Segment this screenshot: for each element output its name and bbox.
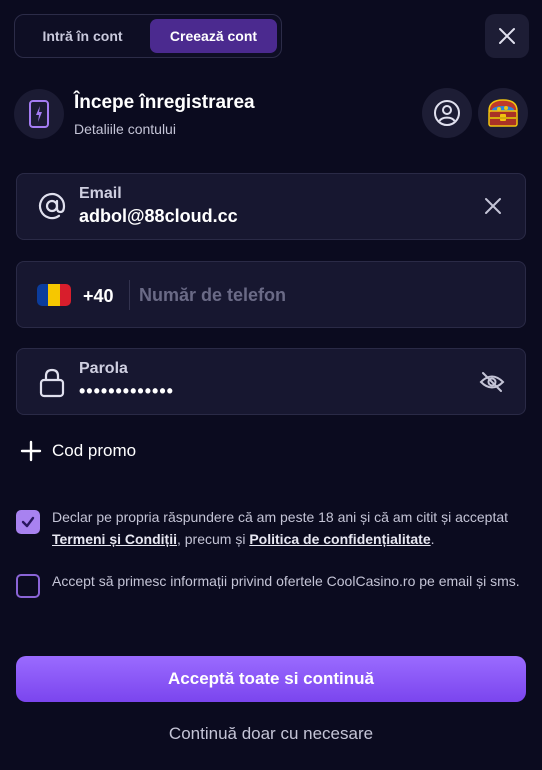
rewards-button[interactable] (478, 88, 528, 138)
registration-header: Începe înregistrarea Detaliile contului (14, 88, 528, 140)
clear-email-button[interactable] (481, 194, 505, 223)
phone-lightning-icon (29, 100, 49, 128)
consent-marketing-text: Accept să primesc informații privind ofe… (52, 573, 520, 589)
consent-age-text-middle: , precum și (176, 531, 250, 547)
close-button[interactable] (485, 14, 529, 58)
romania-flag-icon[interactable] (37, 284, 71, 306)
phone-field[interactable]: +40 (16, 261, 526, 328)
close-icon (499, 28, 515, 44)
tab-login[interactable]: Intră în cont (19, 19, 146, 53)
password-value[interactable]: ••••••••••••• (79, 381, 174, 402)
promo-code-label: Cod promo (52, 441, 137, 460)
tab-register[interactable]: Creează cont (150, 19, 277, 53)
email-label: Email (79, 185, 122, 202)
eye-off-icon (479, 372, 505, 392)
lock-icon (37, 367, 67, 404)
email-field[interactable]: Email adbol@88cloud.cc (16, 173, 526, 240)
continue-necessary-link[interactable]: Continuă doar cu necesare (0, 724, 542, 744)
plus-icon (20, 440, 42, 462)
toggle-password-visibility[interactable] (479, 369, 505, 400)
at-icon (37, 191, 67, 226)
promo-code-toggle[interactable]: Cod promo (20, 440, 136, 462)
accept-all-button[interactable]: Acceptă toate si continuă (16, 656, 526, 702)
account-button[interactable] (422, 88, 472, 138)
checkmark-icon (21, 516, 35, 528)
phone-badge (14, 89, 64, 139)
phone-input[interactable] (139, 276, 509, 314)
consent-age-text-before: Declar pe propria răspundere că am peste… (52, 509, 509, 525)
user-circle-icon (434, 100, 460, 126)
page-subtitle: Detaliile contului (74, 121, 176, 137)
consent-age-text: Declar pe propria răspundere că am peste… (52, 506, 526, 550)
email-value[interactable]: adbol@88cloud.cc (79, 206, 238, 227)
country-code[interactable]: +40 (83, 286, 114, 307)
consent-marketing-row: Accept să primesc informații privind ofe… (16, 570, 526, 598)
treasure-chest-icon (488, 99, 518, 127)
consent-age-checkbox[interactable] (16, 510, 40, 534)
consent-marketing-checkbox[interactable] (16, 574, 40, 598)
consent-age-row: Declar pe propria răspundere că am peste… (16, 506, 526, 550)
privacy-link[interactable]: Politica de confidențialitate (249, 531, 430, 547)
clear-icon (485, 198, 501, 214)
password-label: Parola (79, 360, 128, 377)
terms-link[interactable]: Termeni și Condiții (52, 531, 177, 547)
consent-age-text-after: . (430, 531, 435, 547)
password-field[interactable]: Parola ••••••••••••• (16, 348, 526, 415)
auth-tabs: Intră în cont Creează cont (14, 14, 282, 58)
page-title: Începe înregistrarea (74, 92, 255, 113)
phone-divider (129, 280, 130, 310)
